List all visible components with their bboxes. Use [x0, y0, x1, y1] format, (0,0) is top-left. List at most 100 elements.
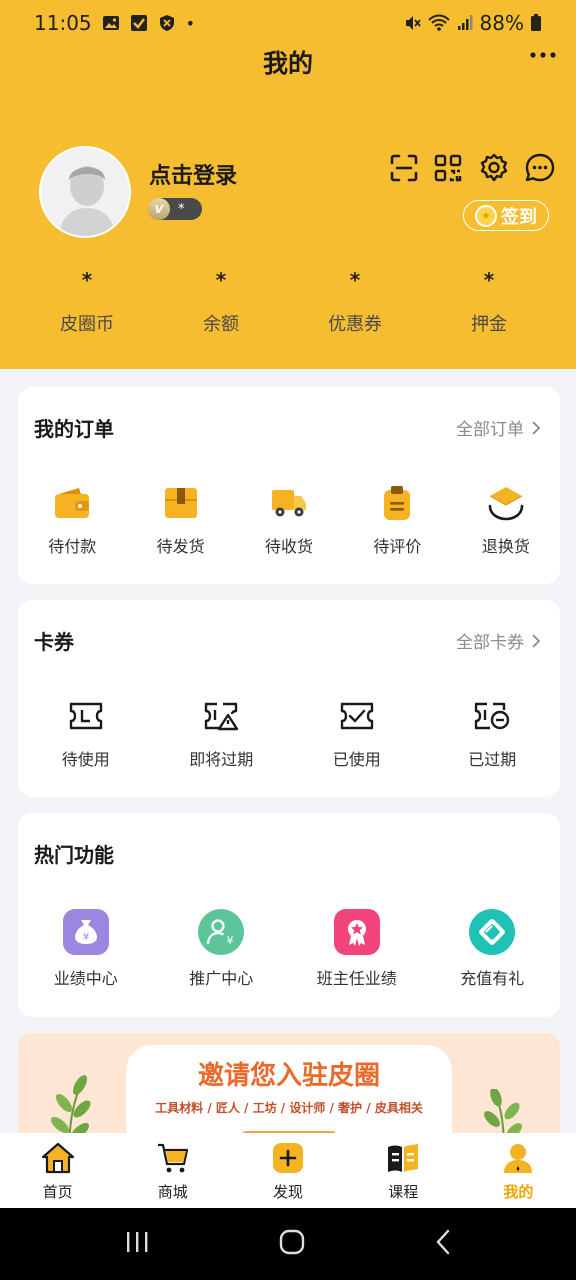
book-icon — [386, 1141, 420, 1175]
coupon-used[interactable]: 已使用 — [289, 696, 425, 770]
stat-value: * — [215, 268, 227, 292]
stat-balance[interactable]: * 余额 — [154, 268, 288, 336]
coupon-label: 已使用 — [332, 750, 381, 769]
wallet-icon — [52, 483, 92, 523]
chevron-right-icon — [532, 420, 540, 435]
stat-label: 押金 — [471, 314, 507, 335]
banner-title: 邀请您入驻皮圈 — [197, 1061, 380, 1091]
wallet-stats: * 皮圈币 * 余额 * 优惠券 * 押金 — [20, 268, 556, 336]
feature-promotion-center[interactable]: ¥ 推广中心 — [154, 909, 290, 989]
stat-coupons[interactable]: * 优惠券 — [288, 268, 422, 336]
wifi-icon — [427, 14, 450, 32]
sign-in-checkin-button[interactable]: ★ 签到 — [463, 200, 549, 231]
tab-me[interactable]: 我的 — [461, 1133, 576, 1208]
return-box-icon — [486, 483, 526, 523]
box-icon — [161, 483, 201, 523]
feature-performance-center[interactable]: ¥ 业绩中心 — [18, 909, 154, 989]
tab-mall[interactable]: 商城 — [115, 1133, 230, 1208]
user-yen-icon: ¥ — [198, 909, 245, 955]
feature-label: 推广中心 — [189, 969, 254, 988]
profile-icon — [501, 1141, 535, 1175]
coupon-label: 即将过期 — [189, 750, 254, 769]
login-prompt[interactable]: 点击登录 — [149, 158, 237, 190]
tab-label: 首页 — [42, 1183, 73, 1201]
tab-courses[interactable]: 课程 — [346, 1133, 461, 1208]
home-icon — [41, 1141, 75, 1175]
order-pending-payment[interactable]: 待付款 — [18, 483, 126, 557]
message-chat-icon[interactable] — [524, 152, 556, 184]
coupon-expired[interactable]: 已过期 — [425, 696, 561, 770]
stat-deposit[interactable]: * 押金 — [422, 268, 556, 336]
profile-header: 11:05 • 88% 我的 点击登录 v * ★ 签到 * 皮圈币 * 余额 … — [0, 0, 576, 369]
stat-label: 优惠券 — [328, 314, 382, 335]
mute-icon — [404, 14, 422, 32]
gallery-notification-icon — [102, 14, 120, 32]
feature-label: 业绩中心 — [53, 969, 118, 988]
all-orders-label: 全部订单 — [456, 420, 524, 440]
vip-value: * — [178, 201, 185, 217]
order-pending-review[interactable]: 待评价 — [343, 483, 451, 557]
invite-banner[interactable]: 邀请您入驻皮圈 工具材料 / 匠人 / 工坊 / 设计师 / 奢护 / 皮具相关 — [18, 1033, 560, 1143]
money-bag-icon: ¥ — [62, 909, 109, 955]
coupons-title: 卡券 — [34, 630, 74, 654]
stat-label: 余额 — [203, 314, 239, 335]
all-coupons-link[interactable]: 全部卡券 — [456, 628, 540, 653]
back-nav-icon[interactable] — [434, 1229, 452, 1259]
coupon-expiring-soon[interactable]: 即将过期 — [154, 696, 290, 770]
stat-label: 皮圈币 — [60, 314, 114, 335]
system-navigation-bar — [0, 1208, 576, 1280]
status-dot: • — [185, 13, 196, 33]
coupon-unused[interactable]: 待使用 — [18, 696, 154, 770]
status-bar: 11:05 • 88% — [0, 0, 576, 46]
chevron-right-icon — [532, 633, 540, 648]
gift-card-icon — [469, 909, 516, 955]
feature-head-teacher-performance[interactable]: 班主任业绩 — [289, 909, 425, 989]
order-label: 待发货 — [156, 537, 205, 556]
vip-badge: v * — [148, 198, 202, 220]
feature-label: 充值有礼 — [460, 969, 525, 988]
cart-icon — [156, 1141, 190, 1175]
coupons-card: 卡券 全部卡券 待使用 即将过期 已使用 已过期 — [18, 600, 560, 797]
clipboard-icon — [377, 483, 417, 523]
tab-label: 我的 — [503, 1183, 534, 1201]
avatar[interactable] — [39, 146, 131, 238]
more-options-icon[interactable] — [528, 44, 558, 66]
coin-star-icon: ★ — [475, 204, 497, 227]
recent-apps-icon[interactable] — [124, 1230, 150, 1258]
order-label: 待评价 — [373, 537, 422, 556]
battery-percent: 88% — [479, 11, 524, 35]
tab-label: 课程 — [388, 1183, 419, 1201]
order-return-exchange[interactable]: 退换货 — [452, 483, 560, 557]
tab-label: 发现 — [273, 1183, 304, 1201]
tab-label: 商城 — [157, 1183, 188, 1201]
stat-value: * — [81, 268, 93, 292]
all-coupons-label: 全部卡券 — [456, 633, 524, 653]
task-notification-icon — [130, 14, 148, 32]
order-pending-receipt[interactable]: 待收货 — [235, 483, 343, 557]
ticket-check-icon — [337, 696, 377, 736]
settings-gear-icon[interactable] — [478, 152, 510, 184]
hot-features-card: 热门功能 ¥ 业绩中心 ¥ 推广中心 班主任业绩 充值有礼 — [18, 813, 560, 1017]
plus-icon — [271, 1141, 305, 1175]
order-pending-shipment[interactable]: 待发货 — [126, 483, 234, 557]
tab-home[interactable]: 首页 — [0, 1133, 115, 1208]
all-orders-link[interactable]: 全部订单 — [456, 415, 540, 440]
coupon-label: 待使用 — [61, 750, 110, 769]
home-nav-icon[interactable] — [279, 1229, 305, 1259]
ticket-icon — [66, 696, 106, 736]
feature-recharge-gift[interactable]: 充值有礼 — [425, 909, 561, 989]
svg-text:¥: ¥ — [227, 934, 234, 946]
shield-notification-icon — [158, 14, 176, 32]
features-title: 热门功能 — [34, 843, 114, 867]
scan-icon[interactable] — [388, 152, 420, 184]
order-label: 退换货 — [481, 537, 530, 556]
award-icon — [333, 909, 380, 955]
orders-title: 我的订单 — [34, 417, 114, 441]
vip-letter: v — [148, 198, 170, 220]
signal-icon — [456, 14, 474, 32]
feature-label: 班主任业绩 — [316, 969, 397, 988]
tab-discover[interactable]: 发现 — [230, 1133, 345, 1208]
stat-pijuan-coins[interactable]: * 皮圈币 — [20, 268, 154, 336]
svg-text:¥: ¥ — [83, 932, 89, 943]
qr-code-icon[interactable] — [432, 152, 464, 184]
